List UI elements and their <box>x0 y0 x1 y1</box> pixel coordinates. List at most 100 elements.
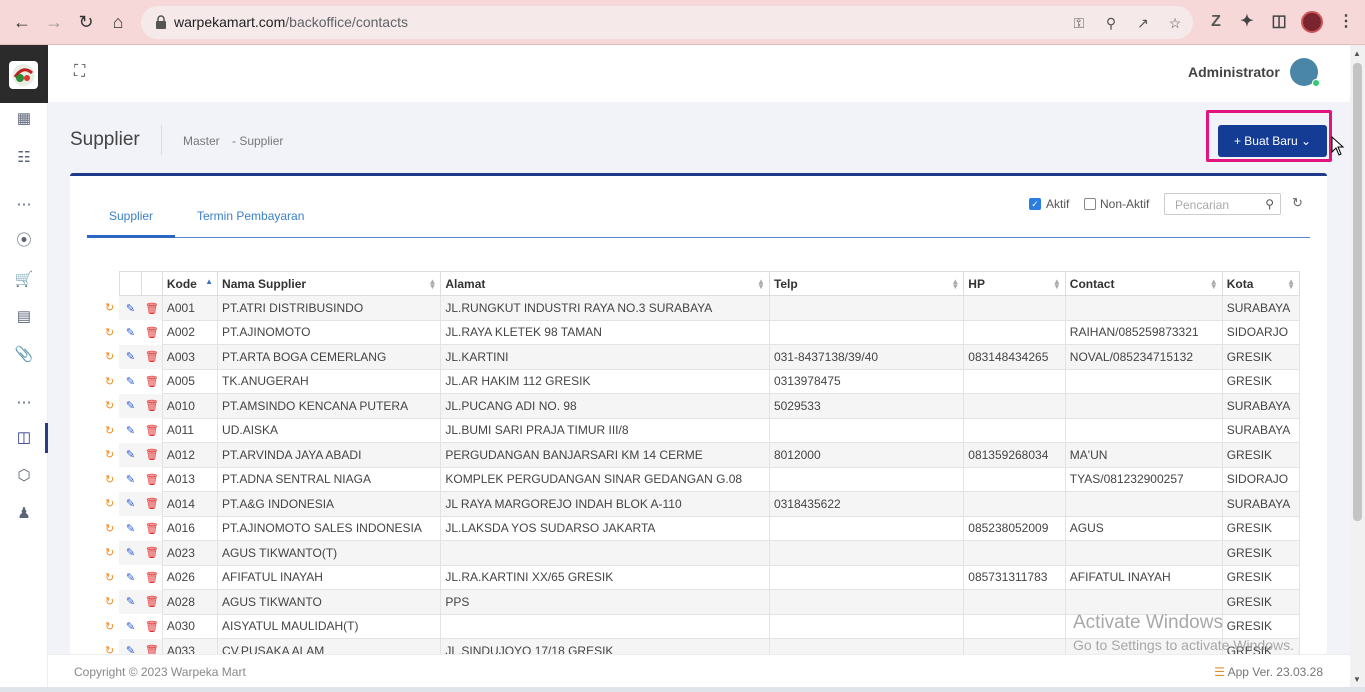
row-delete-icon[interactable]: 🗑 <box>141 393 163 418</box>
row-delete-icon[interactable]: 🗑 <box>142 418 162 443</box>
row-restore-icon[interactable]: ↻ <box>100 296 119 321</box>
row-delete-icon[interactable]: 🗑 <box>142 516 162 541</box>
broadcast-icon[interactable]: ⦿ <box>14 231 34 251</box>
row-restore-icon[interactable]: ↻ <box>100 590 119 615</box>
column-header-alamat[interactable]: Alamat ▲ ▼ <box>440 271 770 296</box>
clipboard-icon[interactable]: ☷ <box>14 148 34 168</box>
table-row[interactable]: ↻ ✎ 🗑 A012 PT.ARVINDA JAYA ABADI PERGUDANGAN … <box>100 442 1300 468</box>
app-logo[interactable] <box>0 45 48 103</box>
row-restore-icon[interactable]: ↻ <box>100 443 119 468</box>
filter-active-checkbox[interactable]: ✓ <box>1029 198 1041 210</box>
forward-icon[interactable]: → <box>43 11 65 33</box>
fullscreen-icon[interactable]: ⛶ <box>74 64 90 80</box>
table-row[interactable]: ↻ ✎ 🗑 A016 PT.AJINOMOTO SALES INDONESIA JL.LA… <box>100 515 1300 541</box>
row-delete-icon[interactable]: 🗑 <box>141 344 163 369</box>
row-edit-icon[interactable]: ✎ <box>119 565 142 590</box>
row-edit-icon[interactable]: ✎ <box>119 540 142 565</box>
row-edit-icon[interactable]: ✎ <box>119 418 142 443</box>
row-restore-icon[interactable]: ↻ <box>100 467 119 492</box>
column-header-contact[interactable]: Contact ▲ ▼ <box>1064 271 1223 296</box>
home-icon[interactable]: ⌂ <box>107 11 129 33</box>
back-icon[interactable]: ← <box>11 11 33 33</box>
table-row[interactable]: ↻ ✎ 🗑 A028 AGUS TIKWANTO PPS GRESIK <box>100 589 1300 615</box>
paperclip-icon[interactable]: 📎 <box>14 345 34 365</box>
address-bar[interactable]: warpekamart.com/backoffice/contacts ⚿ ⚲ … <box>141 6 1193 39</box>
dashboard-icon[interactable]: ▦ <box>14 109 34 129</box>
tab-termin-pembayaran[interactable]: Termin Pembayaran <box>197 209 304 223</box>
row-edit-icon[interactable]: ✎ <box>119 589 142 614</box>
row-restore-icon[interactable]: ↻ <box>100 565 119 590</box>
row-delete-icon[interactable]: 🗑 <box>141 442 163 467</box>
breadcrumb-master[interactable]: Master <box>183 134 220 148</box>
row-edit-icon[interactable]: ✎ <box>119 393 142 418</box>
column-header-nama[interactable]: Nama Supplier ▲ ▼ <box>217 271 442 296</box>
table-row[interactable]: ↻ ✎ 🗑 A026 AFIFATUL INAYAH JL.RA.KARTINI XX/6… <box>100 564 1300 590</box>
row-restore-icon[interactable]: ↻ <box>100 418 119 443</box>
row-restore-icon[interactable]: ↻ <box>100 320 119 345</box>
search-input[interactable]: Pencarian ⚲ <box>1164 193 1281 215</box>
table-row[interactable]: ↻ ✎ 🗑 A014 PT.A&G INDONESIA JL RAYA MARGOREJO… <box>100 491 1300 517</box>
search-icon[interactable]: ⚲ <box>1265 197 1274 211</box>
row-delete-icon[interactable]: 🗑 <box>141 540 163 565</box>
profile-avatar[interactable] <box>1301 11 1323 33</box>
row-restore-icon[interactable]: ↻ <box>100 492 119 517</box>
row-delete-icon[interactable]: 🗑 <box>142 467 162 492</box>
calculator-icon[interactable]: ▤ <box>14 307 34 327</box>
extension-z-icon[interactable]: Z <box>1206 12 1226 32</box>
row-edit-icon[interactable]: ✎ <box>119 516 142 541</box>
row-delete-icon[interactable]: 🗑 <box>142 565 162 590</box>
box-icon[interactable]: ⬡ <box>14 466 34 486</box>
tab-supplier[interactable]: Supplier <box>109 209 153 223</box>
extensions-puzzle-icon[interactable]: ✦ <box>1237 12 1257 32</box>
browser-menu-icon[interactable]: ⋮ <box>1336 12 1356 32</box>
reload-icon[interactable]: ↻ <box>75 11 97 33</box>
row-edit-icon[interactable]: ✎ <box>119 491 142 516</box>
row-edit-icon[interactable]: ✎ <box>119 295 142 320</box>
row-delete-icon[interactable]: 🗑 <box>141 491 163 516</box>
table-row[interactable]: ↻ ✎ 🗑 A013 PT.ADNA SENTRAL NIAGA KOMPLEK PERG… <box>100 466 1300 492</box>
scrollbar-thumb[interactable] <box>1353 63 1362 521</box>
row-delete-icon[interactable]: 🗑 <box>142 369 162 394</box>
scroll-up-icon[interactable]: ▲ <box>1353 49 1361 58</box>
column-header-hp[interactable]: HP ▲ ▼ <box>963 271 1066 296</box>
key-icon[interactable]: ⚿ <box>1070 14 1088 32</box>
row-restore-icon[interactable]: ↻ <box>100 614 119 639</box>
scroll-down-icon[interactable]: ▼ <box>1353 675 1361 684</box>
row-edit-icon[interactable]: ✎ <box>119 369 142 394</box>
row-restore-icon[interactable]: ↻ <box>100 541 119 566</box>
table-row[interactable]: ↻ ✎ 🗑 A003 PT.ARTA BOGA CEMERLANG JL.KARTINI 0… <box>100 344 1300 370</box>
row-edit-icon[interactable]: ✎ <box>119 344 142 369</box>
row-restore-icon[interactable]: ↻ <box>100 369 119 394</box>
table-row[interactable]: ↻ ✎ 🗑 A005 TK.ANUGERAH JL.AR HAKIM 112 GRESIK… <box>100 368 1300 394</box>
row-restore-icon[interactable]: ↻ <box>100 345 119 370</box>
row-delete-icon[interactable]: 🗑 <box>142 614 162 639</box>
row-edit-icon[interactable]: ✎ <box>119 614 142 639</box>
refresh-icon[interactable]: ↻ <box>1292 195 1303 211</box>
cart-icon[interactable]: 🛒 <box>14 270 34 290</box>
row-restore-icon[interactable]: ↻ <box>100 394 119 419</box>
table-row[interactable]: ↻ ✎ 🗑 A010 PT.AMSINDO KENCANA PUTERA JL.PUCAN… <box>100 393 1300 419</box>
row-delete-icon[interactable]: 🗑 <box>142 320 162 345</box>
row-delete-icon[interactable]: 🗑 <box>141 295 163 320</box>
column-header-kode[interactable]: Kode ▲ <box>161 271 219 296</box>
new-supplier-button[interactable]: + Buat Baru ⌄ <box>1218 125 1327 157</box>
page-scrollbar[interactable]: ▲ ▼ <box>1350 45 1365 687</box>
row-restore-icon[interactable]: ↻ <box>100 516 119 541</box>
user-name[interactable]: Administrator <box>1188 64 1280 80</box>
table-row[interactable]: ↻ ✎ 🗑 A011 UD.AISKA JL.BUMI SARI PRAJA TIMUR … <box>100 417 1300 443</box>
share-icon[interactable]: ↗ <box>1134 14 1152 32</box>
row-edit-icon[interactable]: ✎ <box>119 442 142 467</box>
column-header-telp[interactable]: Telp ▲ ▼ <box>768 271 965 296</box>
table-row[interactable]: ↻ ✎ 🗑 A023 AGUS TIKWANTO(T) GRESIK <box>100 540 1300 566</box>
table-row[interactable]: ↻ ✎ 🗑 A001 PT.ATRI DISTRIBUSINDO JL.RUNGKUT I… <box>100 295 1300 321</box>
filter-inactive-checkbox[interactable] <box>1084 198 1096 210</box>
zoom-icon[interactable]: ⚲ <box>1102 14 1120 32</box>
column-header-kota[interactable]: Kota ▲ ▼ <box>1221 271 1300 296</box>
users-icon[interactable]: ♟ <box>14 504 34 524</box>
table-row[interactable]: ↻ ✎ 🗑 A002 PT.AJINOMOTO JL.RAYA KLETEK 98 TAM… <box>100 319 1300 345</box>
contacts-book-icon[interactable]: ◫ <box>14 428 34 448</box>
row-edit-icon[interactable]: ✎ <box>119 467 142 492</box>
bookmark-star-icon[interactable]: ☆ <box>1166 14 1184 32</box>
row-edit-icon[interactable]: ✎ <box>119 320 142 345</box>
row-delete-icon[interactable]: 🗑 <box>141 589 163 614</box>
